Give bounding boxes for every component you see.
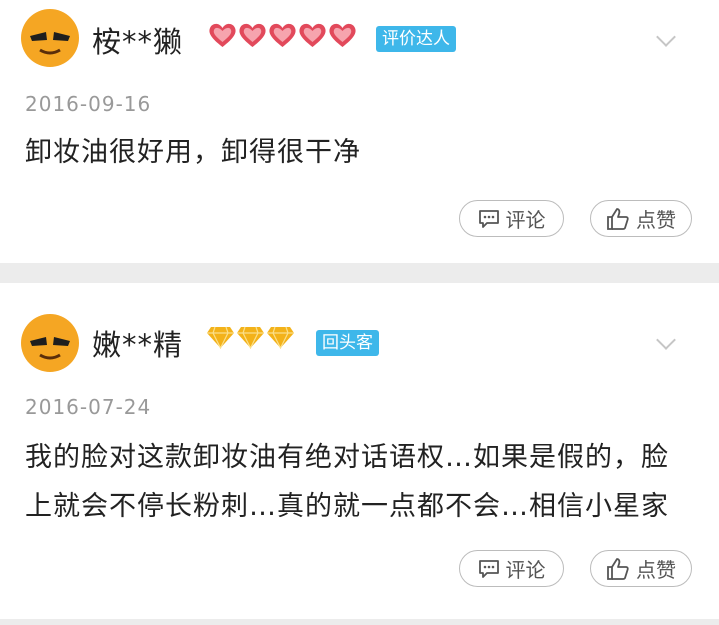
- heart-icon: [329, 23, 356, 47]
- avatar[interactable]: [20, 313, 80, 373]
- heart-icon: [299, 23, 326, 47]
- review-card: 桉**獭 评价达人 2016-09-16 卸妆油很好用，卸得很干净 评论 点赞: [0, 0, 719, 263]
- heart-icon: [239, 23, 266, 47]
- review-content: 我的脸对这款卸妆油有绝对话语权…如果是假的，脸上就会不停长粉刺…真的就一点都不会…: [25, 442, 669, 522]
- username: 桉**獭: [92, 25, 184, 59]
- level-hearts: [208, 22, 357, 48]
- comment-icon: [478, 209, 499, 228]
- status-badge: 评价达人: [376, 26, 456, 52]
- review-date: 2016-07-24: [25, 395, 152, 419]
- review-date: 2016-09-16: [25, 92, 152, 116]
- heart-icon: [209, 23, 236, 47]
- like-button[interactable]: 点赞: [590, 200, 692, 237]
- comment-button[interactable]: 评论: [459, 550, 564, 587]
- thumbs-up-icon: [607, 557, 629, 580]
- level-diamonds: [206, 325, 295, 349]
- like-label: 点赞: [636, 558, 676, 582]
- status-badge: 回头客: [316, 330, 379, 356]
- thumbs-up-icon: [607, 207, 629, 230]
- diamond-icon: [267, 326, 294, 349]
- comment-label: 评论: [505, 208, 546, 232]
- chevron-down-icon[interactable]: [656, 27, 676, 47]
- review-content: 卸妆油很好用，卸得很干净: [25, 137, 361, 168]
- chevron-down-icon[interactable]: [656, 330, 676, 350]
- avatar[interactable]: [20, 8, 80, 68]
- like-label: 点赞: [636, 208, 676, 232]
- username: 嫩**精: [92, 328, 184, 362]
- comment-label: 评论: [505, 558, 546, 582]
- comment-icon: [478, 559, 499, 578]
- heart-icon: [269, 23, 296, 47]
- like-button[interactable]: 点赞: [590, 550, 692, 587]
- diamond-icon: [207, 326, 234, 349]
- review-card: 嫩**精 回头客 2016-07-24 我的脸对这款卸妆油有绝对话语权…如果是假…: [0, 283, 719, 619]
- comment-button[interactable]: 评论: [459, 200, 564, 237]
- diamond-icon: [237, 326, 264, 349]
